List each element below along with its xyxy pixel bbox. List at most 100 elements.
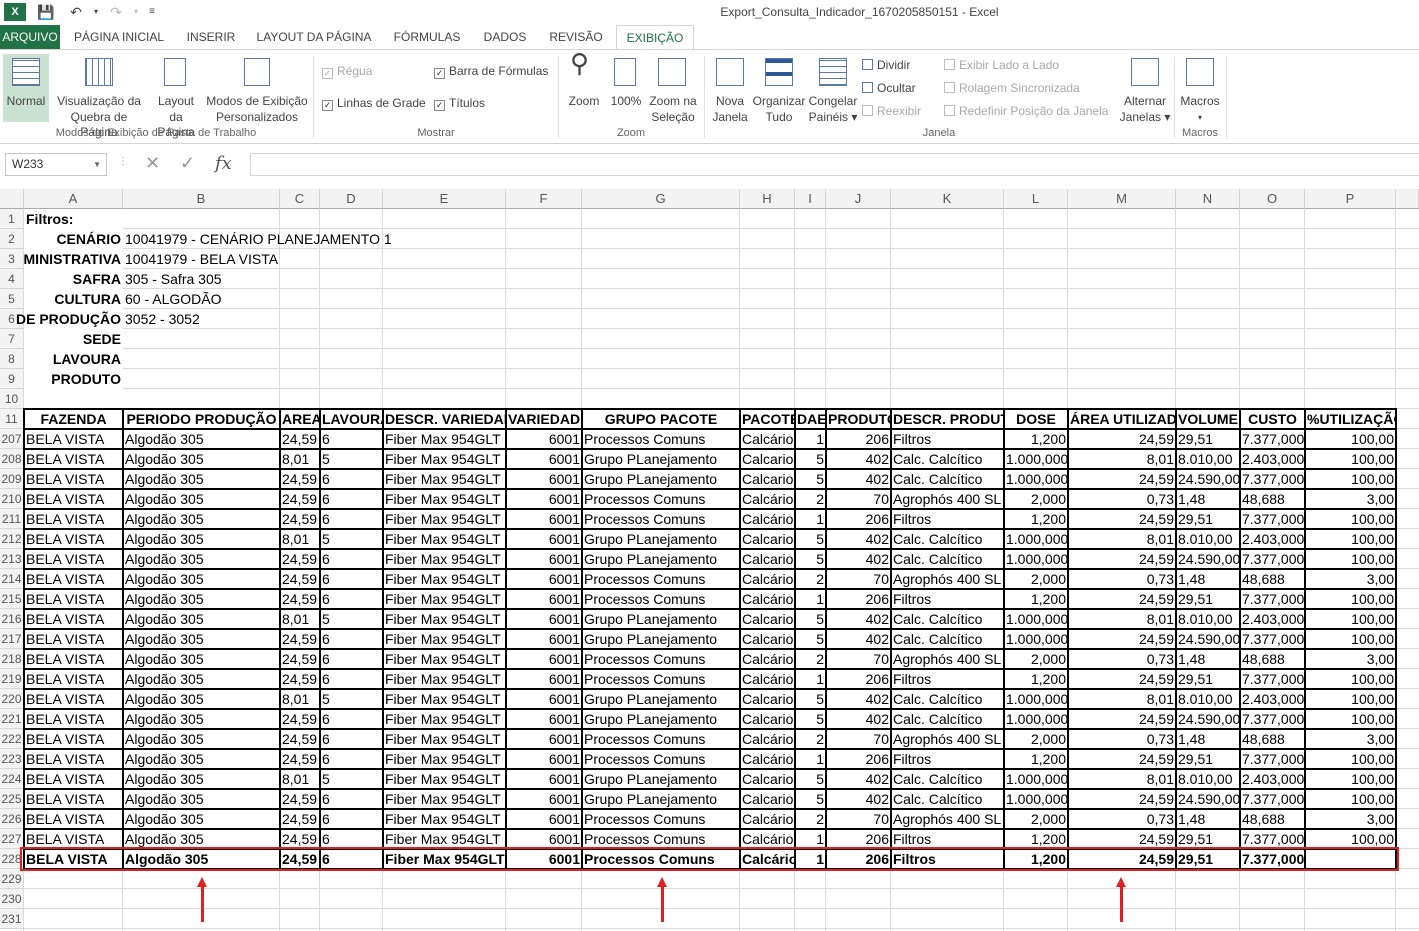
table-cell[interactable]: 1 xyxy=(795,829,826,849)
table-cell[interactable]: 1.000,000 xyxy=(1004,629,1068,649)
row-header[interactable]: 213 xyxy=(0,549,24,569)
table-cell[interactable]: Filtros xyxy=(891,589,1004,609)
table-cell[interactable]: BELA VISTA xyxy=(24,729,123,749)
select-all-corner[interactable] xyxy=(0,189,24,209)
table-cell[interactable]: Calc. Calcítico xyxy=(891,549,1004,569)
table-cell[interactable]: 1,48 xyxy=(1176,489,1240,509)
zoom-100-button[interactable]: 100% xyxy=(606,54,646,122)
filter-value[interactable]: 10041979 - CENÁRIO PLANEJAMENTO 1 xyxy=(123,229,523,249)
table-cell[interactable]: BELA VISTA xyxy=(24,529,123,549)
table-cell[interactable]: 6001 xyxy=(506,809,582,829)
table-cell[interactable]: Calcário xyxy=(740,589,795,609)
table-cell[interactable]: Algodão 305 xyxy=(123,629,280,649)
table-cell[interactable]: 8,01 xyxy=(1068,449,1176,469)
table-cell[interactable]: 3,00 xyxy=(1305,809,1396,829)
table-cell[interactable]: Calc. Calcítico xyxy=(891,529,1004,549)
table-cell[interactable]: 6001 xyxy=(506,529,582,549)
table-cell[interactable]: 100,00 xyxy=(1305,549,1396,569)
table-cell[interactable]: 6 xyxy=(320,429,383,449)
table-cell[interactable]: 8,01 xyxy=(280,769,320,789)
row-header[interactable]: 215 xyxy=(0,589,24,609)
table-cell[interactable]: Algodão 305 xyxy=(123,649,280,669)
row-header[interactable]: 218 xyxy=(0,649,24,669)
table-cell[interactable]: Grupo PLanejamento xyxy=(582,629,740,649)
table-cell[interactable]: Fiber Max 954GLT xyxy=(383,749,506,769)
table-cell[interactable]: 24,59 xyxy=(280,749,320,769)
table-cell[interactable]: 24,59 xyxy=(280,429,320,449)
table-cell[interactable]: Grupo PLanejamento xyxy=(582,789,740,809)
table-cell[interactable]: 48,688 xyxy=(1240,649,1305,669)
arrange-all-button[interactable]: Organizar Tudo xyxy=(752,54,806,124)
table-cell[interactable]: Calc. Calcítico xyxy=(891,709,1004,729)
table-cell[interactable]: 402 xyxy=(826,689,891,709)
table-cell[interactable]: 100,00 xyxy=(1305,749,1396,769)
table-cell[interactable]: 1,48 xyxy=(1176,649,1240,669)
row-header[interactable]: 212 xyxy=(0,529,24,549)
table-cell[interactable]: 70 xyxy=(826,729,891,749)
table-cell[interactable]: 24,59 xyxy=(280,809,320,829)
table-cell[interactable]: 6001 xyxy=(506,609,582,629)
table-cell[interactable]: Agrophós 400 SL xyxy=(891,649,1004,669)
table-cell[interactable]: 1 xyxy=(795,429,826,449)
table-cell[interactable]: 402 xyxy=(826,629,891,649)
table-cell[interactable]: BELA VISTA xyxy=(24,609,123,629)
table-cell[interactable]: 1.000,000 xyxy=(1004,449,1068,469)
table-cell[interactable]: Agrophós 400 SL xyxy=(891,489,1004,509)
table-cell[interactable]: 29,51 xyxy=(1176,749,1240,769)
ruler-checkbox[interactable]: ✓ Régua xyxy=(322,64,372,79)
table-cell[interactable]: 8,01 xyxy=(280,529,320,549)
column-header[interactable]: B xyxy=(123,189,280,209)
tab-exibicao[interactable]: EXIBIÇÃO xyxy=(616,25,694,50)
table-cell[interactable]: 6 xyxy=(320,569,383,589)
table-cell[interactable]: 24.590,00 xyxy=(1176,789,1240,809)
table-cell[interactable]: Grupo PLanejamento xyxy=(582,469,740,489)
table-cell[interactable]: 24,59 xyxy=(280,489,320,509)
table-header[interactable]: %UTILIZAÇÃO xyxy=(1305,409,1396,429)
table-cell[interactable]: 29,51 xyxy=(1176,669,1240,689)
table-cell[interactable]: Fiber Max 954GLT xyxy=(383,549,506,569)
table-cell[interactable]: Calcário xyxy=(740,569,795,589)
table-cell[interactable]: 24,59 xyxy=(1068,549,1176,569)
column-header[interactable]: D xyxy=(320,189,383,209)
table-cell[interactable]: 8,01 xyxy=(1068,529,1176,549)
table-cell[interactable]: Algodão 305 xyxy=(123,549,280,569)
table-cell[interactable]: 1.000,000 xyxy=(1004,549,1068,569)
table-cell[interactable]: BELA VISTA xyxy=(24,769,123,789)
enter-icon[interactable]: ✓ xyxy=(180,153,195,174)
table-cell[interactable]: Fiber Max 954GLT xyxy=(383,669,506,689)
table-header[interactable]: DESCR. PRODUTO xyxy=(891,409,1004,429)
normal-view-button[interactable]: Normal xyxy=(3,54,49,122)
table-cell[interactable]: Calcário xyxy=(740,489,795,509)
tab-inserir[interactable]: INSERIR xyxy=(178,25,244,49)
table-cell[interactable]: 6 xyxy=(320,649,383,669)
table-cell[interactable]: 6001 xyxy=(506,769,582,789)
table-cell[interactable]: 7.377,000 xyxy=(1240,589,1305,609)
formula-bar-checkbox[interactable]: ✓ Barra de Fórmulas xyxy=(434,64,548,79)
table-cell[interactable]: 5 xyxy=(795,469,826,489)
table-cell[interactable]: 100,00 xyxy=(1305,469,1396,489)
table-cell[interactable]: Grupo PLanejamento xyxy=(582,769,740,789)
table-cell[interactable]: 29,51 xyxy=(1176,829,1240,849)
table-cell[interactable]: Fiber Max 954GLT xyxy=(383,469,506,489)
table-cell[interactable]: 402 xyxy=(826,789,891,809)
table-cell[interactable]: 1.000,000 xyxy=(1004,789,1068,809)
table-cell[interactable]: 3,00 xyxy=(1305,489,1396,509)
table-cell[interactable]: Algodão 305 xyxy=(123,769,280,789)
table-cell[interactable]: 5 xyxy=(795,689,826,709)
table-cell[interactable]: BELA VISTA xyxy=(24,709,123,729)
row-header[interactable]: 8 xyxy=(0,349,24,369)
table-cell[interactable]: Calcário xyxy=(740,429,795,449)
table-cell[interactable]: Fiber Max 954GLT xyxy=(383,829,506,849)
table-cell[interactable]: Processos Comuns xyxy=(582,809,740,829)
table-cell[interactable]: 402 xyxy=(826,469,891,489)
column-header[interactable]: I xyxy=(795,189,826,209)
row-header[interactable]: 229 xyxy=(0,869,24,889)
row-header[interactable]: 10 xyxy=(0,389,24,409)
gridlines-checkbox[interactable]: ✓ Linhas de Grade xyxy=(322,96,426,111)
table-cell[interactable]: 206 xyxy=(826,429,891,449)
table-cell[interactable]: Processos Comuns xyxy=(582,829,740,849)
table-cell[interactable]: 3,00 xyxy=(1305,569,1396,589)
table-cell[interactable]: 6001 xyxy=(506,589,582,609)
insert-function-icon[interactable]: fx xyxy=(215,153,232,174)
table-cell[interactable]: 24,59 xyxy=(1068,469,1176,489)
